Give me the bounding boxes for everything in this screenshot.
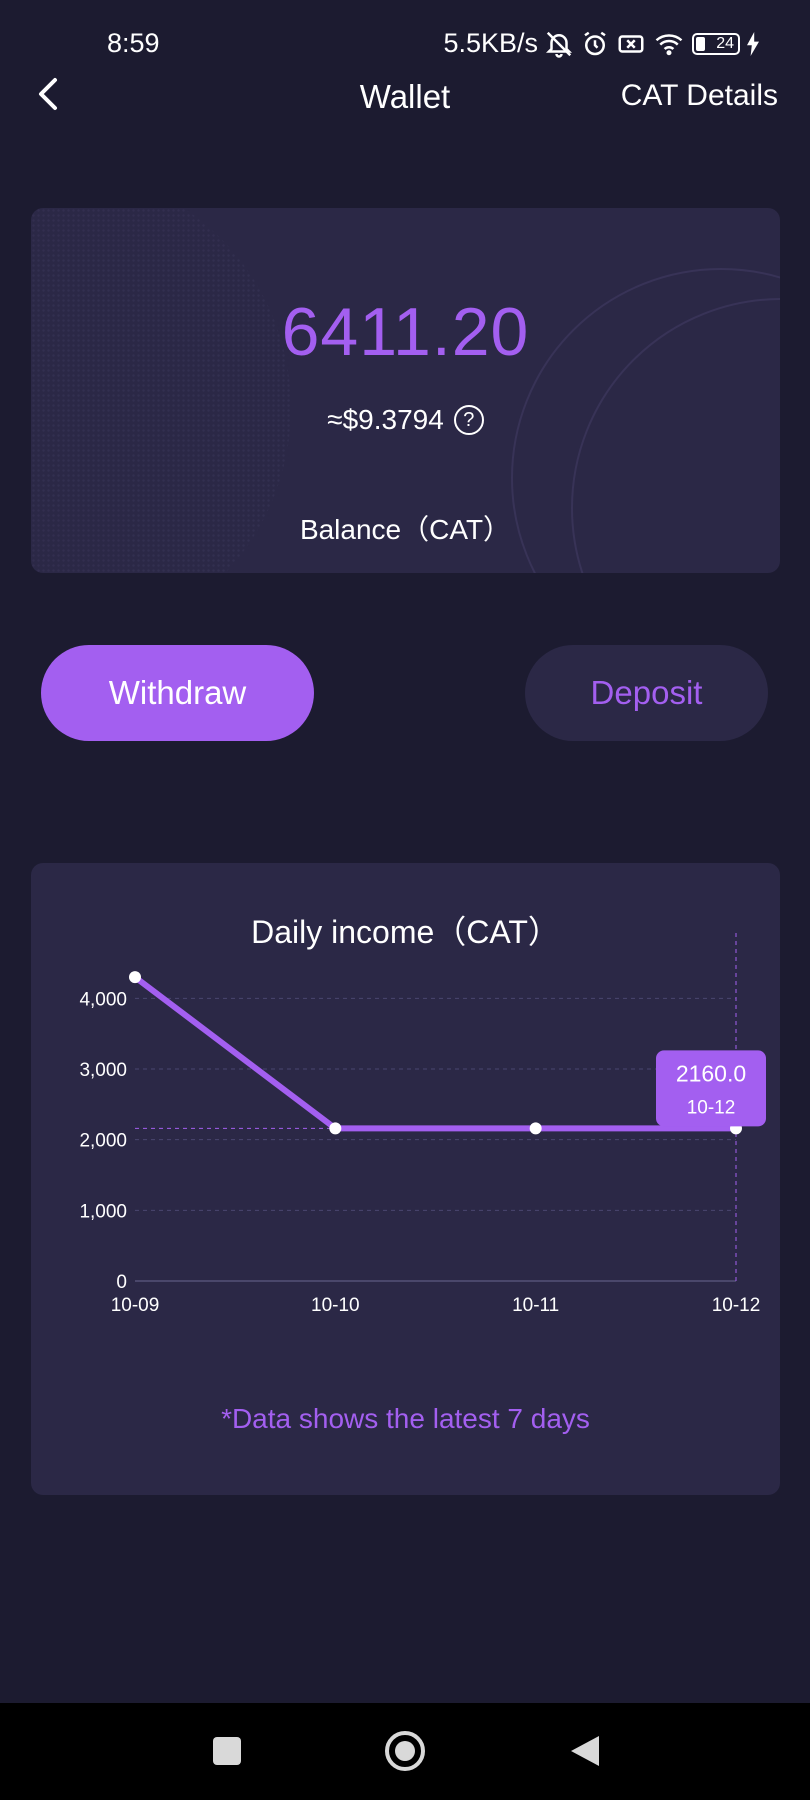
x-tick-label: 10-09 xyxy=(111,1295,160,1316)
back-nav-button[interactable] xyxy=(563,1731,607,1775)
balance-label: Balance（CAT） xyxy=(299,514,512,545)
system-nav-bar xyxy=(0,1703,810,1800)
series-line xyxy=(132,974,739,1132)
y-tick-label: 0 xyxy=(116,1272,127,1293)
cat-details-link[interactable]: CAT Details xyxy=(621,79,778,113)
bell-muted-icon xyxy=(544,29,574,59)
alarm-icon xyxy=(580,29,610,59)
data-point xyxy=(129,971,141,984)
top-nav: Wallet CAT Details xyxy=(0,60,810,130)
status-icons: 5.5KB/s 24 xyxy=(443,28,760,59)
home-circle-icon xyxy=(384,1730,426,1777)
network-speed: 5.5KB/s xyxy=(443,28,538,58)
x-tick-label: 10-10 xyxy=(311,1295,360,1316)
charging-icon xyxy=(746,31,760,56)
battery-icon: 24 xyxy=(692,32,740,55)
data-point xyxy=(329,1122,342,1135)
data-point xyxy=(529,1122,542,1135)
y-tick-label: 1,000 xyxy=(79,1201,127,1222)
tooltip-value: 2160.0 xyxy=(676,1060,746,1086)
y-tick-label: 3,000 xyxy=(79,1060,127,1081)
wifi-icon xyxy=(652,29,686,59)
y-tick-label: 2,000 xyxy=(79,1131,127,1152)
sim-blocked-icon xyxy=(616,29,646,59)
y-tick-label: 4,000 xyxy=(79,989,127,1010)
deposit-button[interactable]: Deposit xyxy=(525,645,768,741)
x-tick-label: 10-11 xyxy=(512,1295,559,1316)
recent-apps-button[interactable] xyxy=(205,1731,249,1775)
question-circle-icon[interactable]: ? xyxy=(453,405,484,435)
status-time: 8:59 xyxy=(107,28,160,58)
balance-card: 6411.20 ≈$9.3794 ? Balance（CAT） xyxy=(31,208,780,573)
square-icon xyxy=(211,1735,243,1772)
home-button[interactable] xyxy=(383,1730,427,1777)
back-triangle-icon xyxy=(569,1734,601,1773)
chart-note: *Data shows the latest 7 days xyxy=(221,1403,590,1434)
daily-income-chart[interactable]: 0 1,000 2,000 3,000 4,000 10-09 10-10 10-11 10-1… xyxy=(31,863,780,1383)
wallet-screen: 8:59 5.5KB/s 24 Wallet CAT Details 6411.… xyxy=(0,0,810,1800)
x-tick-label: 10-12 xyxy=(712,1295,761,1316)
daily-income-card: Daily income（CAT） 0 1,000 2,000 3,000 4,000 1… xyxy=(31,863,780,1495)
withdraw-button[interactable]: Withdraw xyxy=(41,645,314,741)
balance-usd-value: ≈$9.3794 xyxy=(327,404,444,435)
tooltip-label: 10-12 xyxy=(687,1097,736,1118)
balance-usd-row: ≈$9.3794 ? xyxy=(31,404,780,436)
balance-amount: 6411.20 xyxy=(281,294,530,370)
